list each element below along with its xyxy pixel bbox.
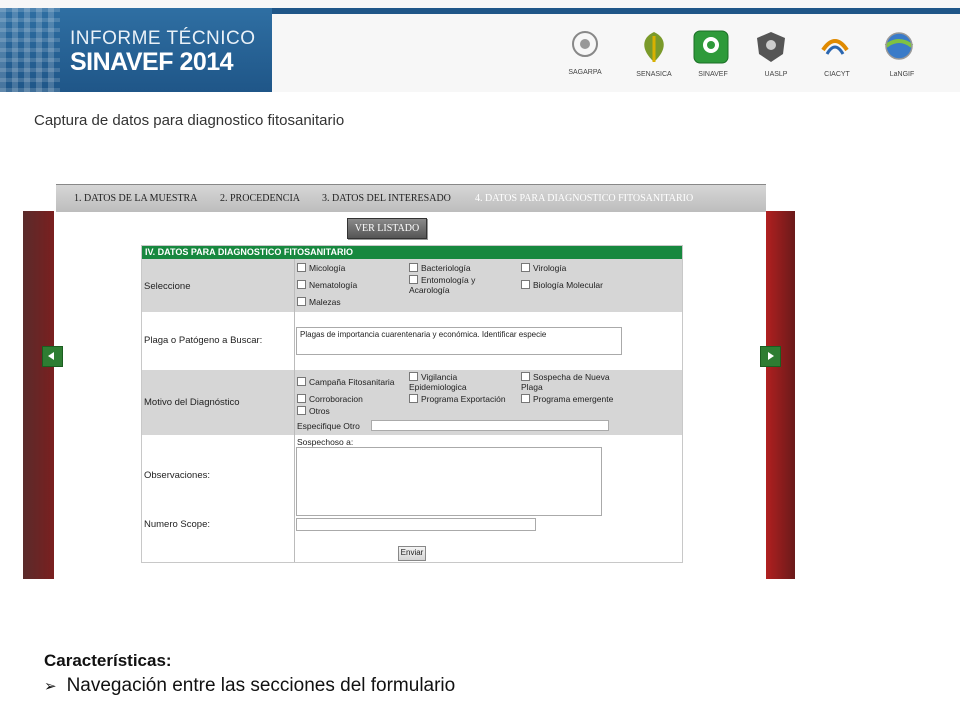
checkbox-biologia-molecular[interactable]: Biología Molecular bbox=[521, 280, 603, 290]
ver-listado-button[interactable]: VER LISTADO bbox=[347, 218, 427, 239]
checkbox-vigilancia[interactable]: Vigilancia Epidemiologica bbox=[409, 372, 509, 392]
arrow-bullet-icon: ➢ bbox=[44, 678, 57, 695]
page-subtitle: Captura de datos para diagnostico fitosa… bbox=[34, 112, 345, 129]
column-divider bbox=[294, 259, 295, 562]
motivo-label: Motivo del Diagnóstico bbox=[144, 397, 240, 408]
senasica-logo: SENASICA bbox=[631, 30, 677, 84]
checkbox-icon[interactable] bbox=[409, 263, 418, 272]
form-tabs: 1. DATOS DE LA MUESTRA 2. PROCEDENCIA 3.… bbox=[56, 184, 766, 212]
sagarpa-seal-icon bbox=[572, 31, 598, 57]
seleccione-row: Seleccione Micología Bacteriología Virol… bbox=[142, 259, 682, 312]
sinavef-logo: SINAVEF bbox=[693, 30, 733, 84]
enviar-button[interactable]: Enviar bbox=[398, 546, 426, 561]
section-title: IV. DATOS PARA DIAGNOSTICO FITOSANITARIO bbox=[142, 246, 682, 259]
checkbox-programa-exportacion[interactable]: Programa Exportación bbox=[409, 394, 506, 404]
prev-slide-button[interactable] bbox=[42, 346, 63, 367]
motivo-row: Motivo del Diagnóstico Campaña Fitosanit… bbox=[142, 370, 682, 435]
tab-procedencia[interactable]: 2. PROCEDENCIA bbox=[220, 193, 300, 204]
ciacyt-logo: CIACYT bbox=[817, 30, 857, 84]
observaciones-label: Observaciones: bbox=[144, 470, 211, 481]
brand-line1: INFORME TÉCNICO bbox=[70, 28, 256, 49]
partner-logos: SAGARPA SENASICA SINAVEF UASLP CIACYT La… bbox=[555, 30, 935, 88]
ciacyt-symbol-icon bbox=[821, 39, 849, 55]
plaga-row: Plaga o Patógeno a Buscar: Plagas de imp… bbox=[142, 312, 682, 370]
seleccione-label: Seleccione bbox=[144, 281, 191, 292]
sinavef-label: SINAVEF bbox=[698, 71, 728, 78]
checkbox-icon[interactable] bbox=[297, 394, 306, 403]
checkbox-icon[interactable] bbox=[297, 280, 306, 289]
checkbox-virologia[interactable]: Virología bbox=[521, 263, 566, 273]
keyboard-graphic bbox=[0, 8, 60, 92]
checkbox-entomologia[interactable]: Entomología y Acarología bbox=[409, 275, 509, 295]
arrow-right-icon bbox=[768, 352, 774, 360]
plaga-textarea[interactable]: Plagas de importancia cuarentenaria y ec… bbox=[296, 327, 622, 355]
feature-text: Navegación entre las secciones del formu… bbox=[66, 675, 456, 696]
checkbox-corroboracion[interactable]: Corroboracion bbox=[297, 394, 363, 404]
observaciones-textarea[interactable] bbox=[296, 447, 602, 516]
arrow-left-icon bbox=[48, 352, 54, 360]
header-top-bar bbox=[272, 8, 960, 14]
checkbox-nematologia[interactable]: Nematología bbox=[297, 280, 357, 290]
senasica-label: SENASICA bbox=[636, 71, 672, 78]
especifique-otro-input[interactable] bbox=[371, 420, 609, 431]
checkbox-icon[interactable] bbox=[521, 263, 530, 272]
checkbox-otros[interactable]: Otros bbox=[297, 406, 330, 416]
brand-banner: INFORME TÉCNICO SINAVEF 2014 bbox=[0, 8, 272, 92]
checkbox-icon[interactable] bbox=[521, 394, 530, 403]
ciacyt-label: CIACYT bbox=[824, 71, 850, 78]
observaciones-row: Sospechoso a: Observaciones: Numero Scop… bbox=[142, 435, 682, 562]
especifique-otro-label: Especifique Otro bbox=[297, 421, 360, 431]
tab-datos-muestra[interactable]: 1. DATOS DE LA MUESTRA bbox=[74, 193, 197, 204]
feature-item: ➢ Navegación entre las secciones del form… bbox=[44, 675, 455, 697]
tab-datos-interesado[interactable]: 3. DATOS DEL INTERESADO bbox=[322, 193, 451, 204]
uaslp-logo: UASLP bbox=[751, 30, 801, 84]
tab-diagnostico-fitosanitario[interactable]: 4. DATOS PARA DIAGNOSTICO FITOSANITARIO bbox=[475, 193, 693, 204]
checkbox-sospecha-nueva-plaga[interactable]: Sospecha de Nueva Plaga bbox=[521, 372, 629, 392]
checkbox-icon[interactable] bbox=[521, 372, 530, 381]
checkbox-icon[interactable] bbox=[409, 372, 418, 381]
checkbox-icon[interactable] bbox=[409, 275, 418, 284]
plaga-label: Plaga o Patógeno a Buscar: bbox=[144, 335, 263, 346]
checkbox-bacteriologia[interactable]: Bacteriología bbox=[409, 263, 471, 273]
checkbox-icon[interactable] bbox=[297, 377, 306, 386]
checkbox-icon[interactable] bbox=[521, 280, 530, 289]
sagarpa-label: SAGARPA bbox=[568, 69, 602, 76]
sinavef-badge-icon bbox=[693, 30, 729, 64]
sagarpa-logo: SAGARPA bbox=[555, 30, 615, 84]
observaciones-hint: Sospechoso a: bbox=[297, 437, 354, 447]
checkbox-programa-emergente[interactable]: Programa emergente bbox=[521, 394, 613, 404]
brand-line2: SINAVEF 2014 bbox=[70, 48, 234, 76]
uaslp-label: UASLP bbox=[764, 71, 788, 78]
scope-label: Numero Scope: bbox=[144, 519, 211, 530]
langif-label: LaNGIF bbox=[889, 71, 915, 78]
diagnostic-form: IV. DATOS PARA DIAGNOSTICO FITOSANITARIO… bbox=[141, 245, 683, 563]
langif-logo: LaNGIF bbox=[877, 30, 927, 84]
checkbox-malezas[interactable]: Malezas bbox=[297, 297, 341, 307]
checkbox-micologia[interactable]: Micología bbox=[297, 263, 345, 273]
senasica-plant-icon bbox=[644, 32, 664, 62]
features-title: Características: bbox=[44, 651, 172, 670]
langif-globe-icon bbox=[884, 32, 914, 60]
checkbox-icon[interactable] bbox=[297, 406, 306, 415]
next-slide-button[interactable] bbox=[760, 346, 781, 367]
checkbox-icon[interactable] bbox=[409, 394, 418, 403]
scope-input[interactable] bbox=[296, 518, 536, 531]
uaslp-shield-icon bbox=[757, 32, 785, 62]
checkbox-icon[interactable] bbox=[297, 263, 306, 272]
checkbox-campana-fitosanitaria[interactable]: Campaña Fitosanitaria bbox=[297, 377, 395, 387]
checkbox-icon[interactable] bbox=[297, 297, 306, 306]
